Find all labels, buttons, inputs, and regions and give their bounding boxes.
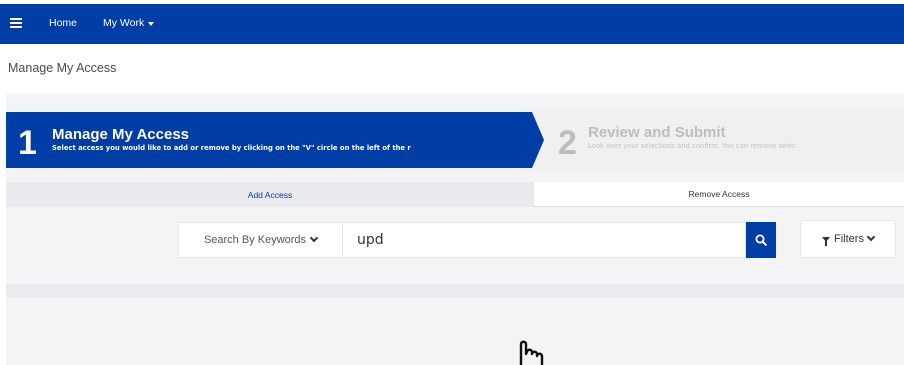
chevron-down-icon [866, 232, 876, 242]
page-title: Manage My Access [8, 61, 117, 75]
tab-add-access[interactable]: Add Access [6, 182, 534, 207]
step-1-title: Manage My Access [52, 126, 190, 143]
tab-remove-access[interactable]: Remove Access [534, 182, 904, 207]
top-navbar: Home My Work [0, 4, 904, 44]
hand-pointer-icon [519, 340, 544, 365]
nav-mywork-dropdown[interactable]: My Work [103, 17, 155, 29]
nav-home-link[interactable]: Home [49, 17, 77, 29]
search-input[interactable] [343, 222, 746, 258]
step-progress: 1 Manage My Access Select access you wou… [6, 110, 904, 170]
step-2-number: 2 [558, 124, 577, 162]
nav-mywork-label: My Work [103, 17, 145, 29]
search-icon [755, 234, 767, 246]
search-mode-label: Search By Keywords [203, 234, 307, 246]
filters-button[interactable]: Filters [800, 220, 896, 258]
section-divider [6, 284, 904, 298]
step-2-title: Review and Submit [588, 124, 726, 141]
chevron-down-icon [309, 233, 319, 243]
search-button[interactable] [746, 222, 776, 258]
hamburger-menu-icon[interactable] [10, 18, 22, 28]
filters-label: Filters [834, 233, 864, 245]
step-2-description: Look over your selections and confirm. Y… [588, 142, 796, 150]
access-tabs: Add Access Remove Access [6, 182, 904, 207]
step-1-description: Select access you would like to add or r… [52, 144, 411, 152]
caret-down-icon [148, 21, 155, 26]
step-1-number: 1 [18, 124, 37, 162]
results-panel [6, 298, 904, 365]
filter-icon [822, 236, 831, 246]
search-mode-dropdown[interactable]: Search By Keywords [178, 222, 343, 258]
